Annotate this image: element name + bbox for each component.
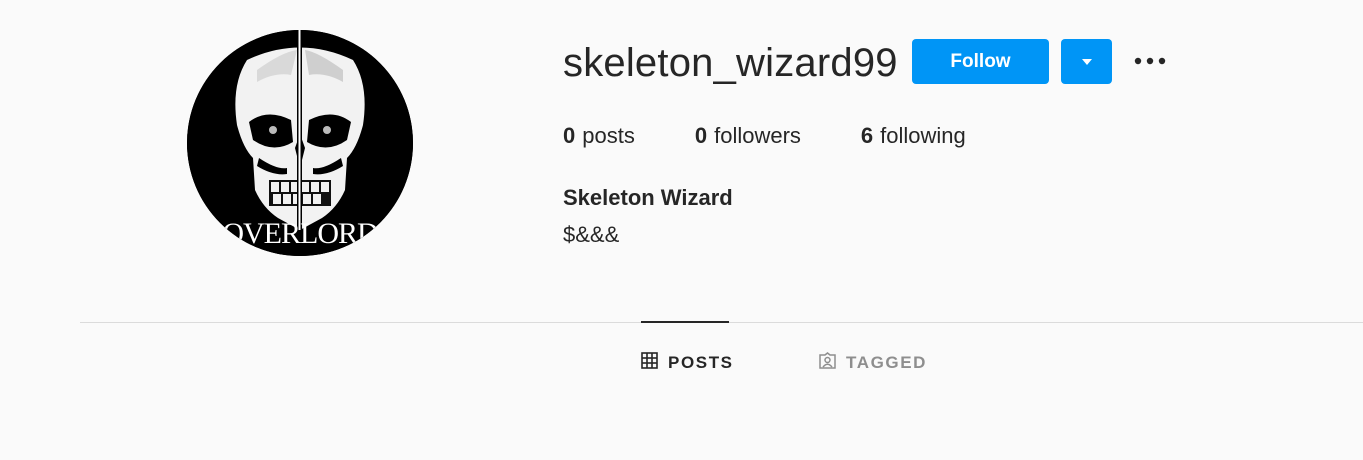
posts-count-label: posts [582, 123, 635, 148]
tab-tagged[interactable]: TAGGED [819, 351, 927, 375]
profile-full-name: Skeleton Wizard [563, 185, 733, 210]
chevron-down-icon [1081, 54, 1093, 69]
suggested-accounts-dropdown-button[interactable] [1061, 39, 1112, 84]
profile-bio: $&&& [563, 222, 620, 247]
followers-count-label: followers [714, 123, 801, 148]
more-options-icon [1133, 52, 1167, 70]
avatar-logo-text: OVERLORD [222, 217, 378, 250]
following-count-label: following [880, 123, 966, 148]
grid-icon [641, 352, 668, 374]
following-count-value: 6 [860, 123, 874, 148]
followers-count-value: 0 [694, 123, 708, 148]
tab-tagged-label: TAGGED [846, 353, 928, 372]
skull-avatar-image: OVERLORD [187, 30, 413, 256]
followers-count[interactable]: 0 followers [695, 122, 801, 150]
follow-button[interactable]: Follow [912, 39, 1049, 84]
active-tab-indicator [641, 321, 729, 323]
posts-count: 0 posts [563, 122, 635, 150]
profile-username: skeleton_wizard99 [563, 41, 898, 85]
tab-posts-label: POSTS [668, 353, 734, 372]
tab-posts[interactable]: POSTS [641, 351, 734, 375]
posts-count-value: 0 [563, 123, 576, 148]
profile-avatar[interactable]: OVERLORD [187, 30, 413, 256]
more-options-button[interactable] [1130, 48, 1170, 74]
following-count[interactable]: 6 following [861, 122, 966, 150]
tagged-icon [819, 352, 846, 374]
profile-stats: 0 posts 0 followers 6 following [563, 122, 1026, 150]
